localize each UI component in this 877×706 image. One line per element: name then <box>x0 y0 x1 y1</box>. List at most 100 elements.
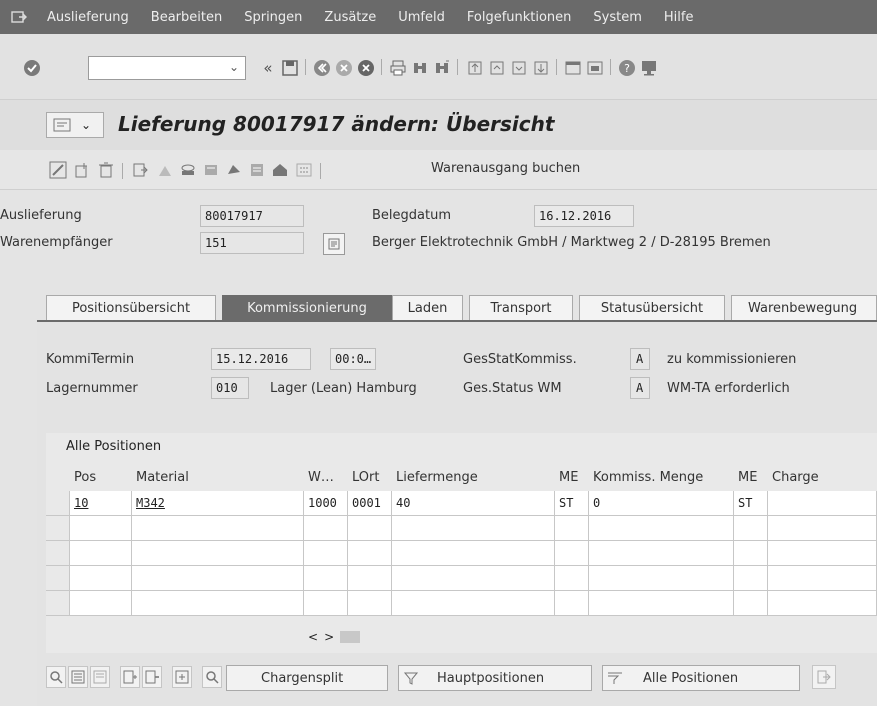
post-goods-issue-button[interactable]: Warenausgang buchen <box>431 161 580 176</box>
menu-zusaetze[interactable]: Zusätze <box>324 10 376 25</box>
cell-uom[interactable]: ST <box>555 491 589 516</box>
table-row[interactable]: 10 M342 1000 0001 40 ST 0 ST <box>46 491 877 516</box>
grid-icon[interactable] <box>294 160 314 180</box>
empty-cell[interactable] <box>589 566 734 591</box>
column-header-picked-qty[interactable]: Kommiss. Menge <box>589 465 734 490</box>
empty-cell[interactable] <box>768 591 877 616</box>
copy-icon[interactable] <box>172 666 192 688</box>
save-icon[interactable] <box>280 58 300 78</box>
table-row[interactable] <box>46 591 877 616</box>
scroll-left-icon[interactable]: < <box>308 630 318 644</box>
insert-row-icon[interactable] <box>120 666 140 688</box>
row-selector[interactable] <box>46 516 70 541</box>
empty-cell[interactable] <box>132 566 304 591</box>
menu-system[interactable]: System <box>593 10 641 25</box>
last-page-icon[interactable] <box>531 58 551 78</box>
delivery-number-field[interactable]: 80017917 <box>200 205 304 227</box>
export-icon[interactable] <box>812 665 836 689</box>
details-icon[interactable] <box>46 666 66 688</box>
empty-cell[interactable] <box>348 566 392 591</box>
empty-cell[interactable] <box>348 516 392 541</box>
table-row[interactable] <box>46 516 877 541</box>
cell-material-link[interactable]: M342 <box>136 496 165 510</box>
services-for-object-button[interactable]: ⌄ <box>46 112 104 138</box>
empty-cell[interactable] <box>304 541 348 566</box>
back-arrows-icon[interactable]: « <box>258 58 278 78</box>
column-header-batch[interactable]: Charge <box>768 465 877 490</box>
menu-auslieferung[interactable]: Auslieferung <box>47 10 129 25</box>
find-next-icon[interactable] <box>432 58 452 78</box>
address-details-icon[interactable] <box>323 233 345 255</box>
new-session-icon[interactable] <box>563 58 583 78</box>
cell-picked-qty[interactable]: 0 <box>589 491 734 516</box>
empty-cell[interactable] <box>555 591 589 616</box>
empty-cell[interactable] <box>734 566 768 591</box>
empty-cell[interactable] <box>348 541 392 566</box>
row-selector[interactable] <box>46 491 70 516</box>
empty-cell[interactable] <box>392 566 555 591</box>
back-icon[interactable] <box>312 58 332 78</box>
help-icon[interactable]: ? <box>617 58 637 78</box>
cell-material[interactable]: M342 <box>132 491 304 516</box>
empty-cell[interactable] <box>70 516 132 541</box>
cell-uom-2[interactable]: ST <box>734 491 768 516</box>
cell-plant[interactable]: 1000 <box>304 491 348 516</box>
column-header-pos[interactable]: Pos <box>70 465 132 490</box>
empty-cell[interactable] <box>555 541 589 566</box>
empty-cell[interactable] <box>304 516 348 541</box>
ship-to-field[interactable]: 151 <box>200 232 304 254</box>
empty-cell[interactable] <box>734 591 768 616</box>
scroll-right-icon[interactable]: > <box>324 630 334 644</box>
empty-cell[interactable] <box>132 591 304 616</box>
exit-icon[interactable] <box>334 58 354 78</box>
menu-hilfe[interactable]: Hilfe <box>664 10 694 25</box>
row-selector[interactable] <box>46 541 70 566</box>
all-items-button[interactable]: Alle Positionen <box>602 665 800 691</box>
tab-loading[interactable]: Laden <box>392 295 463 320</box>
empty-cell[interactable] <box>768 541 877 566</box>
tab-picking[interactable]: Kommissionierung <box>222 295 392 320</box>
column-header-material[interactable]: Material <box>132 465 304 490</box>
horizontal-scrollbar[interactable]: < > <box>308 630 361 644</box>
row-selector[interactable] <box>46 591 70 616</box>
document-date-field[interactable]: 16.12.2016 <box>534 205 634 227</box>
create-icon[interactable] <box>72 160 92 180</box>
next-page-icon[interactable] <box>509 58 529 78</box>
warehouse-icon[interactable] <box>270 160 290 180</box>
goods-movement-icon[interactable] <box>247 160 267 180</box>
wm-status-code[interactable]: A <box>630 377 650 399</box>
empty-cell[interactable] <box>768 516 877 541</box>
partner-icon[interactable] <box>155 160 175 180</box>
empty-cell[interactable] <box>304 566 348 591</box>
shortcut-icon[interactable] <box>585 58 605 78</box>
row-selector[interactable] <box>46 566 70 591</box>
print-icon[interactable] <box>388 58 408 78</box>
cell-pos-link[interactable]: 10 <box>74 496 88 510</box>
picking-icon[interactable] <box>178 160 198 180</box>
empty-cell[interactable] <box>734 516 768 541</box>
empty-cell[interactable] <box>589 541 734 566</box>
empty-cell[interactable] <box>132 541 304 566</box>
table-row[interactable] <box>46 566 877 591</box>
cell-batch[interactable] <box>768 491 877 516</box>
empty-cell[interactable] <box>70 591 132 616</box>
display-change-icon[interactable] <box>48 160 68 180</box>
chevron-down-icon[interactable]: ⌄ <box>229 60 239 74</box>
column-header-plant[interactable]: W… <box>304 465 348 490</box>
header-icon[interactable] <box>130 160 150 180</box>
confirm-icon[interactable] <box>22 58 42 78</box>
cell-delivery-qty[interactable]: 40 <box>392 491 555 516</box>
pick-time-field[interactable]: 00:0… <box>330 348 376 370</box>
column-header-storage-location[interactable]: LOrt <box>348 465 392 490</box>
empty-cell[interactable] <box>392 541 555 566</box>
overall-pick-status-code[interactable]: A <box>630 348 650 370</box>
command-field[interactable]: ⌄ <box>88 56 246 80</box>
delete-icon[interactable] <box>96 160 116 180</box>
menu-folgefunktionen[interactable]: Folgefunktionen <box>467 10 572 25</box>
empty-cell[interactable] <box>555 566 589 591</box>
previous-page-icon[interactable] <box>487 58 507 78</box>
column-header-uom-2[interactable]: ME <box>734 465 768 490</box>
tab-goods-movement[interactable]: Warenbewegung <box>731 295 877 320</box>
tab-item-overview[interactable]: Positionsübersicht <box>46 295 216 320</box>
first-page-icon[interactable] <box>465 58 485 78</box>
